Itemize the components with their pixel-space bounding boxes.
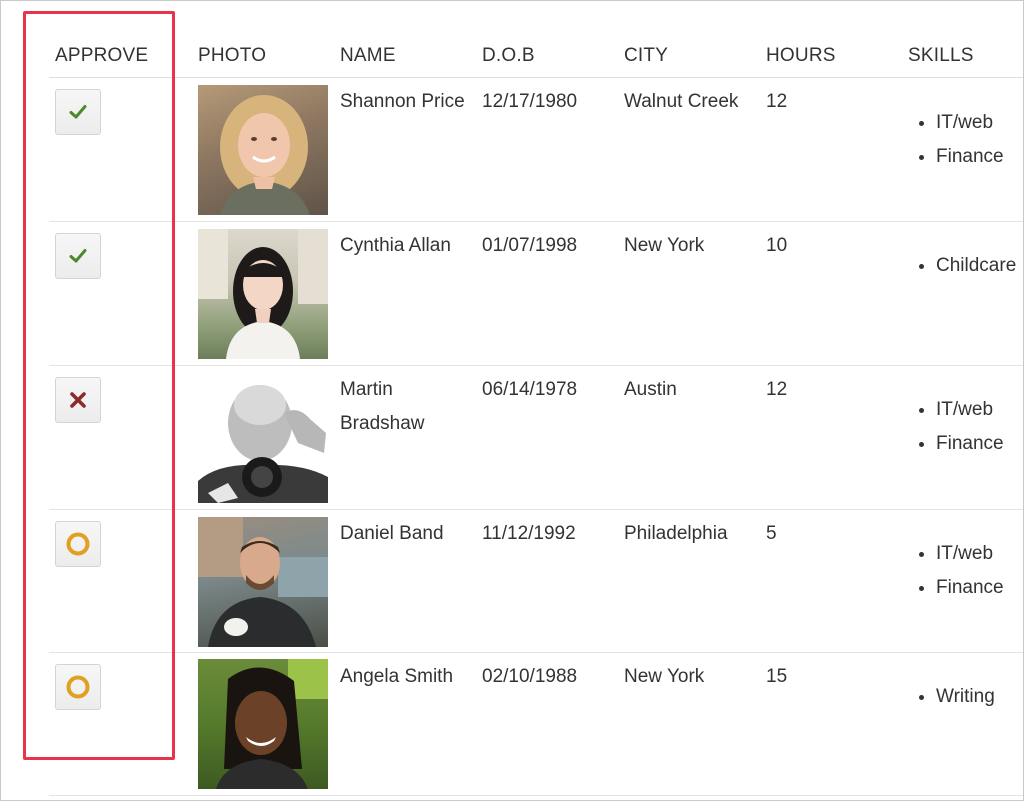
approve-toggle-button[interactable] [55,233,101,279]
hours-cell: 12 [766,91,788,112]
city-cell: Walnut Creek [624,91,739,112]
cross-icon [70,392,86,408]
skills-list: IT/web Finance [911,537,1004,605]
hours-cell: 5 [766,523,777,544]
skill-item: Childcare [911,249,1016,283]
circle-icon [66,532,90,556]
dob-cell: 06/14/1978 [482,379,578,400]
table-row[interactable]: Shannon Price 12/17/1980 Walnut Creek 12… [1,78,1023,221]
row-divider [49,795,1023,796]
person-photo [198,517,328,647]
name-cell: Cynthia Allan [340,235,451,256]
skill-item: Finance [911,427,1004,461]
name-cell: Martin Bradshaw [340,379,425,434]
city-cell: New York [624,235,705,256]
hours-cell: 12 [766,379,788,400]
skill-item: IT/web [911,393,1004,427]
approve-toggle-button[interactable] [55,664,101,710]
table-row[interactable]: Martin Bradshaw 06/14/1978 Austin 12 IT/… [1,366,1023,509]
column-header-dob[interactable]: D.O.B [482,45,535,67]
dob-cell: 02/10/1988 [482,666,578,687]
table-header: APPROVE PHOTO NAME D.O.B CITY HOURS SKIL… [1,1,1023,77]
city-cell: Philadelphia [624,523,728,544]
table-row[interactable]: Cynthia Allan 01/07/1998 New York 10 Chi… [1,222,1023,365]
check-icon [69,249,87,263]
skills-list: IT/web Finance [911,393,1004,461]
skills-list: IT/web Finance [911,106,1004,174]
person-photo [198,659,328,789]
city-cell: Austin [624,379,677,400]
dob-cell: 01/07/1998 [482,235,578,256]
skill-item: IT/web [911,537,1004,571]
table-row[interactable]: Daniel Band 11/12/1992 Philadelphia 5 IT… [1,510,1023,653]
table-row[interactable]: Angela Smith 02/10/1988 New York 15 Writ… [1,653,1023,796]
skills-list: Writing [911,680,995,714]
column-header-photo[interactable]: PHOTO [198,45,266,67]
column-header-hours[interactable]: HOURS [766,45,836,67]
name-cell: Angela Smith [340,666,454,687]
circle-icon [66,675,90,699]
skills-list: Childcare [911,249,1016,283]
skill-item: Finance [911,140,1004,174]
name-cell: Shannon Price [340,91,465,112]
dob-cell: 11/12/1992 [482,523,576,544]
column-header-name[interactable]: NAME [340,45,396,67]
approve-toggle-button[interactable] [55,521,101,567]
check-icon [69,105,87,119]
hours-cell: 10 [766,235,788,256]
grid-frame: APPROVE PHOTO NAME D.O.B CITY HOURS SKIL… [0,0,1024,801]
approve-toggle-button[interactable] [55,89,101,135]
person-photo [198,373,328,503]
hours-cell: 15 [766,666,788,687]
column-header-skills[interactable]: SKILLS [908,45,974,67]
skill-item: Writing [911,680,995,714]
skill-item: IT/web [911,106,1004,140]
column-header-city[interactable]: CITY [624,45,668,67]
column-header-approve[interactable]: APPROVE [55,45,148,67]
city-cell: New York [624,666,705,687]
dob-cell: 12/17/1980 [482,91,578,112]
approve-toggle-button[interactable] [55,377,101,423]
person-photo [198,85,328,215]
person-photo [198,229,328,359]
name-cell: Daniel Band [340,523,444,544]
skill-item: Finance [911,571,1004,605]
